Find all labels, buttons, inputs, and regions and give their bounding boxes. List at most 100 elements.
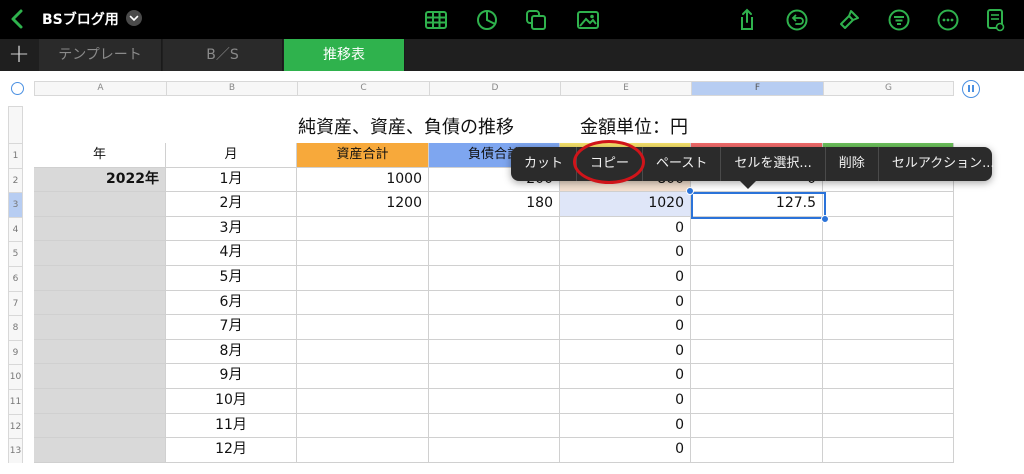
month-cell[interactable]: 3月: [166, 216, 297, 242]
row-header-1[interactable]: 1: [8, 143, 23, 168]
net-assets-cell[interactable]: 0: [560, 290, 691, 316]
assets-cell[interactable]: 1000: [297, 167, 429, 193]
net-assets-cell[interactable]: 0: [560, 241, 691, 266]
net-assets-cell[interactable]: 0: [560, 413, 691, 439]
ratio-cell[interactable]: [691, 216, 823, 242]
assets-cell[interactable]: [297, 266, 429, 291]
table-cell[interactable]: [823, 364, 954, 389]
table-cell[interactable]: [34, 339, 166, 365]
table-cell[interactable]: [823, 339, 954, 365]
month-cell[interactable]: 2月: [166, 192, 297, 217]
month-cell[interactable]: 7月: [166, 315, 297, 340]
month-cell[interactable]: 9月: [166, 364, 297, 389]
ratio-cell[interactable]: [691, 339, 823, 365]
liabilities-cell[interactable]: [429, 290, 560, 316]
table-cell[interactable]: [823, 241, 954, 266]
table-cell[interactable]: [34, 389, 166, 414]
month-cell[interactable]: 10月: [166, 389, 297, 414]
ratio-cell[interactable]: [691, 266, 823, 291]
liabilities-cell[interactable]: [429, 315, 560, 340]
table-cell[interactable]: [34, 241, 166, 266]
row-header-12[interactable]: 12: [8, 413, 23, 439]
column-header-c[interactable]: C: [297, 81, 429, 96]
cut-menu-item[interactable]: カット: [511, 147, 578, 181]
table-cell[interactable]: [34, 315, 166, 340]
table-cell[interactable]: [823, 290, 954, 316]
table-cell[interactable]: [823, 315, 954, 340]
select-cells-menu-item[interactable]: セルを選択...: [721, 147, 826, 181]
header-cell[interactable]: 資産合計: [297, 143, 429, 168]
assets-cell[interactable]: [297, 241, 429, 266]
share-icon[interactable]: [734, 7, 760, 33]
assets-cell[interactable]: [297, 364, 429, 389]
liabilities-cell[interactable]: [429, 241, 560, 266]
ratio-cell[interactable]: [691, 364, 823, 389]
chart-icon[interactable]: [474, 7, 500, 33]
ratio-cell[interactable]: [691, 315, 823, 340]
assets-cell[interactable]: [297, 389, 429, 414]
column-header-a[interactable]: A: [34, 81, 166, 96]
table-cell[interactable]: [34, 364, 166, 389]
row-header-13[interactable]: 13: [8, 438, 23, 463]
row-header-11[interactable]: 11: [8, 389, 23, 414]
assets-cell[interactable]: [297, 216, 429, 242]
ratio-cell[interactable]: [691, 389, 823, 414]
selection-handle-top[interactable]: [686, 187, 694, 195]
back-chevron-icon[interactable]: [8, 8, 28, 30]
copy-menu-item[interactable]: コピー: [577, 147, 644, 181]
column-header-b[interactable]: B: [166, 81, 297, 96]
column-header-e[interactable]: E: [560, 81, 691, 96]
table-cell[interactable]: [823, 438, 954, 463]
header-cell[interactable]: 月: [166, 143, 297, 168]
row-header-9[interactable]: 9: [8, 339, 23, 365]
column-header-g[interactable]: G: [823, 81, 954, 96]
table-cell[interactable]: [823, 192, 954, 217]
assets-cell[interactable]: [297, 339, 429, 365]
selection-handle-bottom[interactable]: [821, 215, 829, 223]
format-brush-icon[interactable]: [836, 7, 862, 33]
table-cell[interactable]: [34, 290, 166, 316]
assets-cell[interactable]: [297, 438, 429, 463]
assets-cell[interactable]: [297, 413, 429, 439]
row-header-8[interactable]: 8: [8, 315, 23, 340]
liabilities-cell[interactable]: [429, 216, 560, 242]
month-cell[interactable]: 12月: [166, 438, 297, 463]
row-header-10[interactable]: 10: [8, 364, 23, 389]
table-cell[interactable]: [823, 216, 954, 242]
liabilities-cell[interactable]: [429, 339, 560, 365]
assets-cell[interactable]: [297, 290, 429, 316]
table-cell[interactable]: [34, 216, 166, 242]
table-cell[interactable]: [34, 438, 166, 463]
net-assets-cell[interactable]: 0: [560, 266, 691, 291]
organize-icon[interactable]: [886, 7, 912, 33]
net-assets-cell[interactable]: 0: [560, 389, 691, 414]
add-sheet-button[interactable]: +: [0, 39, 38, 71]
month-cell[interactable]: 4月: [166, 241, 297, 266]
row-header-5[interactable]: 5: [8, 241, 23, 266]
header-cell[interactable]: 年: [34, 143, 166, 168]
table-cell[interactable]: [34, 266, 166, 291]
assets-cell[interactable]: 1200: [297, 192, 429, 217]
chevron-down-icon[interactable]: [126, 10, 142, 26]
table-cell[interactable]: [34, 413, 166, 439]
row-header-2[interactable]: 2: [8, 167, 23, 193]
liabilities-cell[interactable]: [429, 438, 560, 463]
view-icon[interactable]: [983, 7, 1009, 33]
table-cell[interactable]: [823, 413, 954, 439]
undo-icon[interactable]: [784, 7, 810, 33]
tab-transition[interactable]: 推移表: [284, 39, 405, 71]
more-icon[interactable]: [935, 7, 961, 33]
tab-bs[interactable]: B／S: [163, 39, 283, 71]
table-cell[interactable]: [34, 192, 166, 217]
liabilities-cell[interactable]: [429, 364, 560, 389]
net-assets-cell[interactable]: 0: [560, 339, 691, 365]
net-assets-cell[interactable]: 1020: [560, 192, 691, 217]
assets-cell[interactable]: [297, 315, 429, 340]
row-header-4[interactable]: 4: [8, 216, 23, 242]
ratio-cell[interactable]: [691, 290, 823, 316]
column-header-d[interactable]: D: [429, 81, 560, 96]
month-cell[interactable]: 6月: [166, 290, 297, 316]
shape-icon[interactable]: [523, 7, 549, 33]
row-header-3[interactable]: 3: [8, 192, 23, 217]
year-cell[interactable]: 2022年: [34, 167, 166, 193]
